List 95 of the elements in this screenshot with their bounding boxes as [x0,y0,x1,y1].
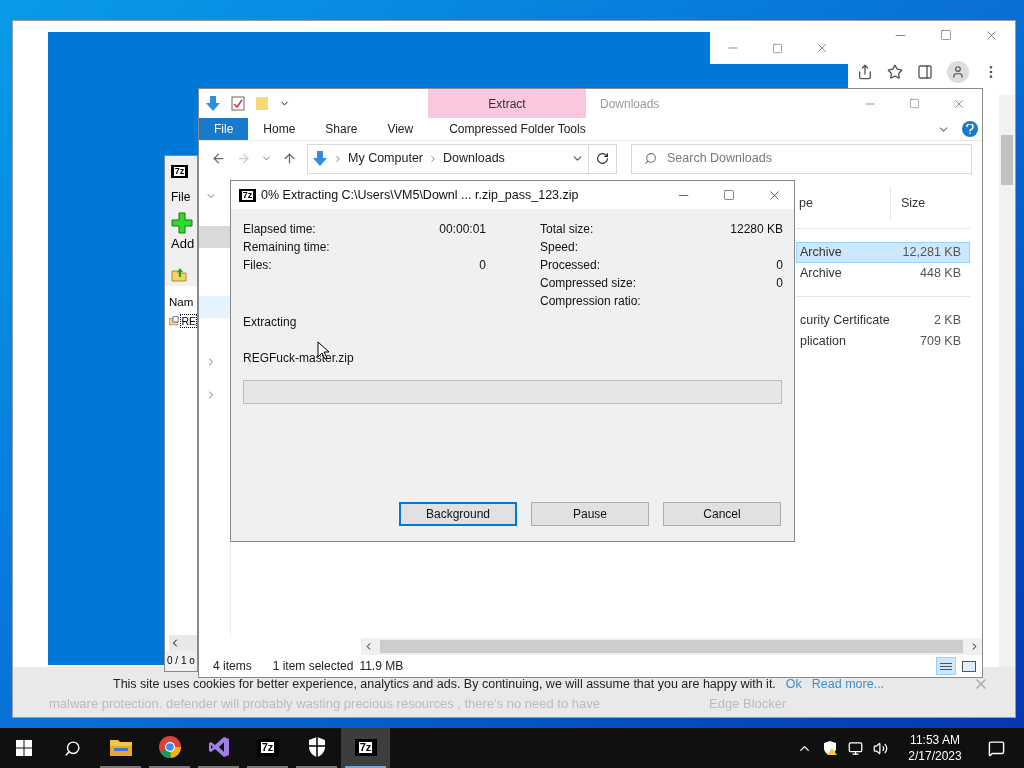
file-size: 12,281 KB [902,244,962,262]
maximize-icon[interactable] [723,189,735,201]
selection-status: 1 item selected [272,658,354,675]
breadcrumb[interactable]: Downloads [443,149,505,168]
stat-label: Remaining time: [243,239,330,256]
folder-icon [255,96,269,111]
clock-date: 2/17/2023 [908,748,962,764]
search-icon[interactable] [63,739,81,757]
infinity-ribbon-icon [206,735,231,759]
search-icon [644,152,657,165]
properties-icon [231,96,245,111]
stat-value: 0 [776,275,783,292]
folder-icon [108,737,133,757]
stat-value: 00:00:01 [439,221,486,238]
selection-size: 11.9 MB [359,658,404,675]
taskbar-app[interactable]: 7z [243,728,292,768]
file-row[interactable]: curity Certificate 2 KB [796,310,970,331]
windows-logo-icon[interactable] [16,740,32,756]
breadcrumb-separator-icon [333,153,343,164]
stat-label: Compression ratio: [540,293,641,310]
column-header[interactable]: Size [890,186,970,220]
file-type: curity Certificate [799,312,891,330]
profile-avatar[interactable] [947,61,969,83]
add-button[interactable]: Add [171,212,197,256]
file-type: Archive [799,265,843,283]
download-arrow-icon [312,150,328,167]
status-text: 0 / 1 o [167,654,195,668]
file-row[interactable]: Archive 448 KB [796,263,970,284]
thumbnail-view-icon[interactable] [962,660,976,672]
dialog-button[interactable]: Background [399,502,517,526]
plus-icon [171,212,193,234]
stat-label: Elapsed time: [243,221,316,238]
notifications-icon[interactable] [987,739,1005,757]
column-header[interactable]: Nam [169,294,194,312]
close-icon[interactable] [815,41,829,55]
ribbon-tab[interactable]: View [372,118,429,140]
stat-value: 0 [479,257,486,274]
dialog-title: 0% Extracting C:\Users\VM5\Downl ... r.zip_pass_123.zip [261,186,579,204]
file-row[interactable]: Archive 12,281 KB [796,242,970,263]
file-size: 2 KB [933,312,962,330]
folder-up-icon [171,266,187,282]
refresh-icon[interactable] [596,152,609,165]
breadcrumb[interactable]: My Computer [348,149,424,168]
search-field[interactable]: Search Downloads [631,143,972,174]
ribbon-tab[interactable]: File [199,118,249,140]
file-size: 709 KB [920,333,962,351]
app-logo: 7z [354,738,377,756]
stat-label: Speed: [540,239,579,256]
menu-item[interactable]: File [171,186,197,208]
file-size: 448 KB [920,265,962,283]
cookie-notice: This site uses cookies for better experience, analytics and ads. By continuing, we will assume that you are happy with it. [113,675,776,693]
stat-value: 12280 KB [730,221,783,238]
dialog-button[interactable]: Cancel [663,502,781,526]
archive-icon [169,314,180,329]
file-type: Archive [799,244,843,262]
column-header[interactable]: pe [796,193,890,213]
sidebar-icon[interactable] [917,64,933,80]
shield-icon [306,736,327,758]
stat-label: Files: [243,257,272,274]
browser-icon [157,735,182,759]
app-logo: 7z [256,738,279,756]
download-arrow-icon [205,95,221,112]
ribbon-tab[interactable]: Home [248,118,311,140]
back-icon[interactable] [211,151,226,166]
file-type: plication [799,333,847,351]
file-name[interactable]: RE [180,314,197,329]
details-view-icon[interactable] [936,657,956,675]
share-icon[interactable] [857,64,873,80]
window-title: Downloads [600,96,660,113]
file-row[interactable]: plication 709 KB [796,331,970,352]
maximize-icon[interactable] [940,29,952,41]
star-icon[interactable] [887,64,903,80]
clock-time: 11:53 AM [910,732,960,748]
item-count: 4 items [213,658,252,675]
address-bar[interactable]: My Computer Downloads [307,143,617,174]
context-label: Extract [488,95,526,113]
dialog-button[interactable]: Pause [531,502,649,526]
horizontal-scrollbar[interactable] [361,638,982,655]
clock[interactable]: 11:53 AM 2/17/2023 [902,728,968,768]
stat-label: Processed: [540,257,601,274]
app-logo: 7z [239,188,256,202]
stat-label: Compressed size: [540,275,637,292]
operation-status: Extracting [243,314,298,331]
current-file: REGFuck-master.zip [243,351,354,365]
network-icon[interactable] [848,740,863,756]
taskbar-app[interactable]: 7z [341,728,390,768]
stat-value: 0 [776,257,783,274]
stat-label: Total size: [540,221,594,238]
scrollbar[interactable] [999,95,1015,667]
ribbon-tab[interactable]: Share [310,118,373,140]
shield-warning-icon[interactable] [822,740,838,756]
app-logo: 7z [171,164,188,178]
volume-icon[interactable] [873,740,888,756]
help-icon[interactable] [962,121,978,137]
up-icon[interactable] [282,151,297,166]
